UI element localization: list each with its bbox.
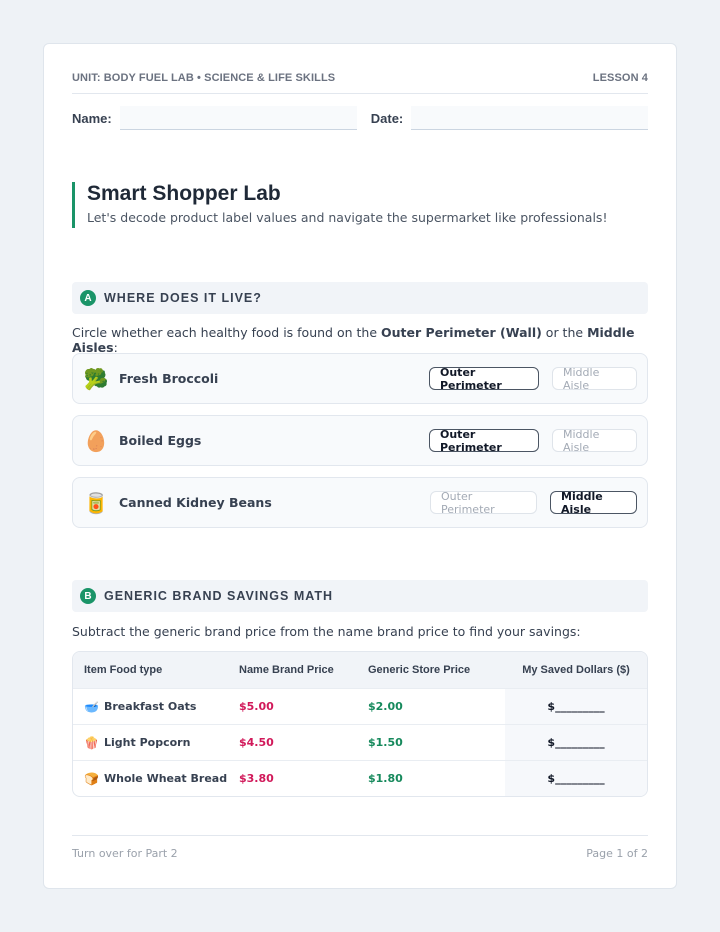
savings-table: Item Food type Name Brand Price Generic … xyxy=(72,651,648,797)
name-brand-price: $5.00 xyxy=(239,700,274,713)
name-label: Name: xyxy=(72,110,112,126)
name-brand-price: $3.80 xyxy=(239,772,274,785)
outer-perimeter-option[interactable]: Outer Perimeter xyxy=(429,428,539,454)
worksheet-page: UNIT: BODY FUEL LAB • SCIENCE & LIFE SKI… xyxy=(43,43,677,889)
item-name: Breakfast Oats xyxy=(104,700,197,713)
saved-answer-blank[interactable]: $_________ xyxy=(505,689,647,724)
generic-price: $1.80 xyxy=(368,772,403,785)
page-subtitle: Let's decode product label values and na… xyxy=(87,210,608,225)
section-a-badge: A xyxy=(80,290,96,306)
worksheet-header: UNIT: BODY FUEL LAB • SCIENCE & LIFE SKI… xyxy=(72,72,648,94)
page-footer: Turn over for Part 2 Page 1 of 2 xyxy=(72,835,648,860)
date-label: Date: xyxy=(370,110,404,126)
food-name: Boiled Eggs xyxy=(119,433,202,448)
table-row: 🥣 Breakfast Oats $5.00 $2.00 $_________ xyxy=(73,688,647,724)
section-a-instruction: Circle whether each healthy food is foun… xyxy=(72,325,635,355)
middle-aisle-option[interactable]: Middle Aisle xyxy=(552,428,637,454)
column-header-saved: My Saved Dollars ($) xyxy=(522,664,630,676)
saved-answer-blank[interactable]: $_________ xyxy=(505,761,647,796)
bread-icon: 🍞 xyxy=(84,771,99,786)
food-name: Canned Kidney Beans xyxy=(119,495,272,510)
outer-perimeter-option[interactable]: Outer Perimeter xyxy=(429,366,539,392)
item-name: Whole Wheat Bread xyxy=(104,772,228,785)
middle-aisle-option[interactable]: Middle Aisle xyxy=(550,490,637,516)
column-header-item: Item Food type xyxy=(84,664,163,676)
can-icon: 🥫 xyxy=(83,490,109,515)
middle-aisle-option[interactable]: Middle Aisle xyxy=(552,366,637,392)
section-b-header: B GENERIC BRAND SAVINGS MATH xyxy=(72,580,648,612)
popcorn-icon: 🍿 xyxy=(84,735,99,750)
food-card-eggs: 🥚 Boiled Eggs Outer Perimeter Middle Ais… xyxy=(72,415,648,466)
broccoli-icon: 🥦 xyxy=(83,366,109,391)
title-block: Smart Shopper Lab Let's decode product l… xyxy=(72,182,607,228)
generic-price: $2.00 xyxy=(368,700,403,713)
lesson-label: LESSON 4 xyxy=(592,72,648,84)
saved-answer-blank[interactable]: $_________ xyxy=(505,725,647,760)
page-title: Smart Shopper Lab xyxy=(87,182,281,205)
student-info-row: Name: Date: xyxy=(72,105,648,131)
section-a-header: A WHERE DOES IT LIVE? xyxy=(72,282,648,314)
section-a-title: WHERE DOES IT LIVE? xyxy=(104,291,262,305)
table-header-row: Item Food type Name Brand Price Generic … xyxy=(73,652,647,688)
section-b-instruction: Subtract the generic brand price from th… xyxy=(72,624,581,639)
food-card-beans: 🥫 Canned Kidney Beans Outer Perimeter Mi… xyxy=(72,477,648,528)
footer-note: Turn over for Part 2 xyxy=(72,847,178,860)
name-field[interactable] xyxy=(119,106,357,130)
outer-perimeter-option[interactable]: Outer Perimeter xyxy=(430,490,537,516)
food-card-broccoli: 🥦 Fresh Broccoli Outer Perimeter Middle … xyxy=(72,353,648,404)
column-header-name-brand: Name Brand Price xyxy=(239,664,334,676)
column-header-generic: Generic Store Price xyxy=(368,664,471,676)
egg-icon: 🥚 xyxy=(83,428,109,453)
table-row: 🍿 Light Popcorn $4.50 $1.50 $_________ xyxy=(73,724,647,760)
section-b-title: GENERIC BRAND SAVINGS MATH xyxy=(104,589,334,603)
unit-label: UNIT: BODY FUEL LAB • SCIENCE & LIFE SKI… xyxy=(72,72,336,84)
food-name: Fresh Broccoli xyxy=(119,371,219,386)
table-row: 🍞 Whole Wheat Bread $3.80 $1.80 $________… xyxy=(73,760,647,796)
page-number: Page 1 of 2 xyxy=(586,847,648,860)
date-field[interactable] xyxy=(411,106,648,130)
generic-price: $1.50 xyxy=(368,736,403,749)
item-name: Light Popcorn xyxy=(104,736,191,749)
bowl-icon: 🥣 xyxy=(84,699,99,714)
section-b-badge: B xyxy=(80,588,96,604)
name-brand-price: $4.50 xyxy=(239,736,274,749)
